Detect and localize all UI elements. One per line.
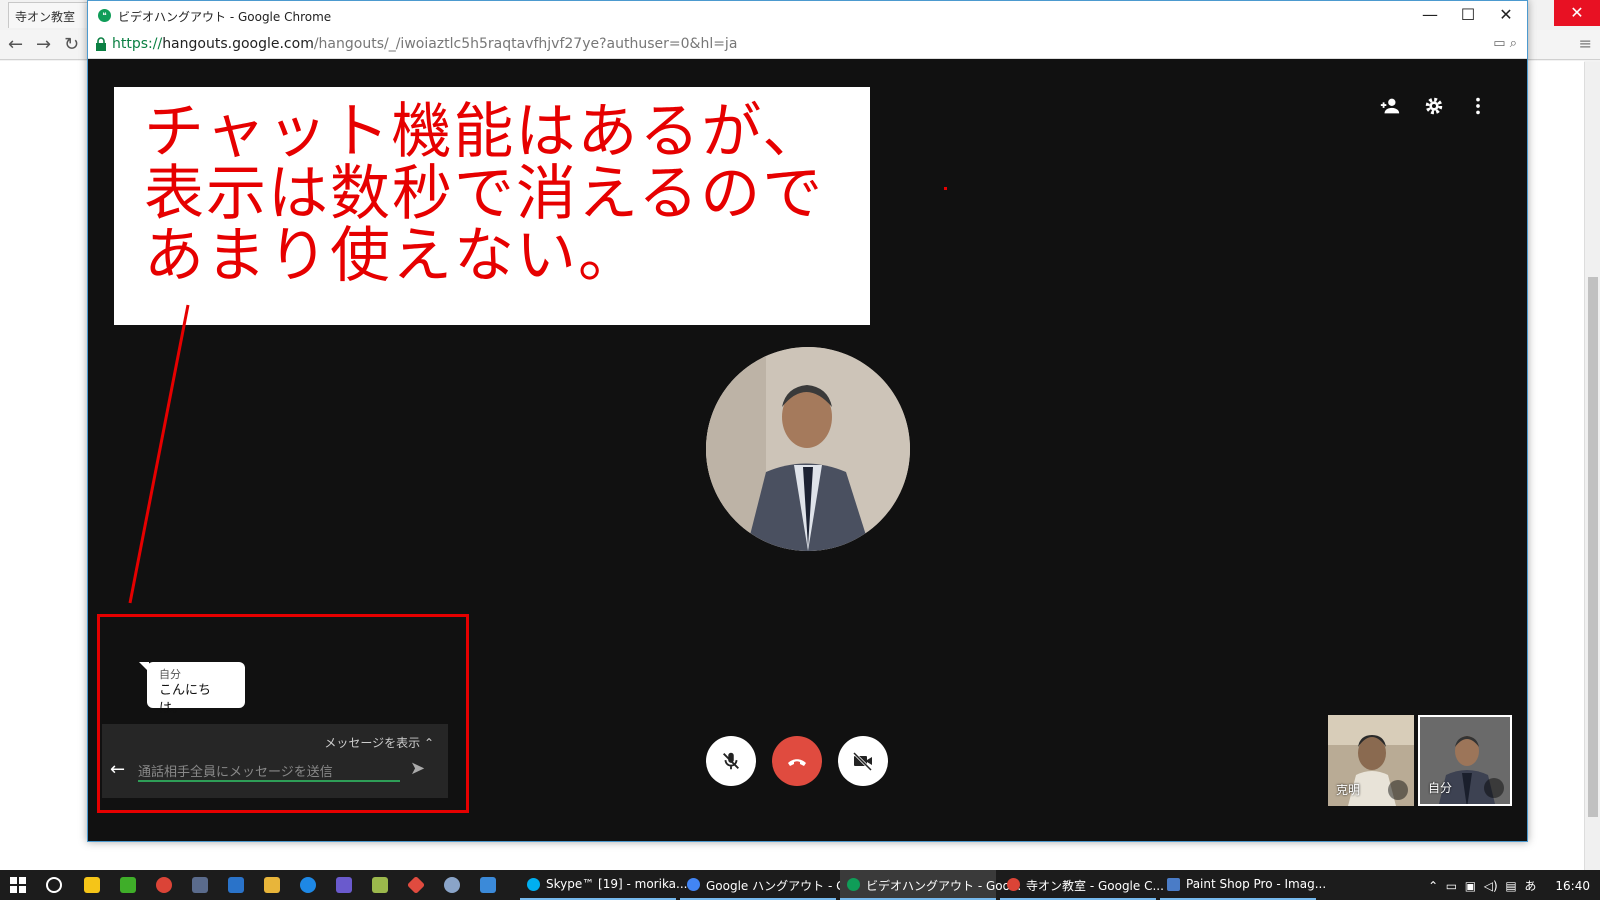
edge-icon[interactable] <box>300 877 316 893</box>
taskbar-app-teraon[interactable]: 寺オン教室 - Google C... <box>1000 870 1164 900</box>
url-path: /hangouts/_/iwoiaztlc5h5raqtavfhjvf27ye?… <box>313 36 738 52</box>
maximize-button[interactable]: ☐ <box>1453 5 1483 24</box>
url-host: hangouts.google.com <box>162 36 314 52</box>
background-close-button[interactable]: ✕ <box>1554 0 1600 26</box>
chat-bubble-message: こんにちは。 <box>159 683 212 716</box>
self-thumb[interactable]: 自分 <box>1418 715 1512 806</box>
url-text[interactable]: https://hangouts.google.com/hangouts/_/i… <box>112 36 737 52</box>
url-scheme: https:// <box>112 36 163 52</box>
chat-highlight-box: 自分 こんにちは。 メッセージを表示 ⌃ ← 通話相手全員にメッセージを送信 ➤ <box>97 614 469 813</box>
file-explorer-icon[interactable] <box>264 877 280 893</box>
mute-mic-button[interactable] <box>706 736 756 786</box>
network-icon[interactable]: ▣ <box>1465 879 1476 893</box>
pinned-app-icon[interactable] <box>84 877 100 893</box>
background-scrollbar[interactable] <box>1584 62 1600 870</box>
self-name: 自分 <box>1428 781 1453 795</box>
add-person-icon[interactable] <box>1379 95 1401 117</box>
notification-icon[interactable]: ▤ <box>1505 879 1516 893</box>
top-toolbar <box>1379 95 1489 117</box>
back-arrow-icon[interactable]: ← <box>110 759 125 780</box>
remote-participant-avatar <box>706 347 910 551</box>
taskbar-app-label: Google ハングアウト - G... <box>706 879 857 893</box>
hangouts-icon <box>847 878 860 891</box>
cortana-icon[interactable] <box>46 877 62 893</box>
annotation-dot <box>944 187 947 190</box>
video-off-icon <box>852 751 873 772</box>
window-titlebar: ❝ ビデオハングアウト - Google Chrome — ☐ ✕ <box>88 1 1527 31</box>
show-messages-toggle[interactable]: メッセージを表示 ⌃ <box>324 734 434 751</box>
taskbar-app-skype[interactable]: Skype™ [19] - morika... <box>520 870 687 900</box>
forward-icon[interactable]: → <box>36 34 51 55</box>
background-tab-title: 寺オン教室 <box>15 10 76 24</box>
camera-off-button[interactable] <box>838 736 888 786</box>
lock-icon <box>96 37 106 51</box>
system-tray: ⌃ ▭ ▣ ◁) ▤ あ 16:40 <box>1428 877 1590 894</box>
self-mic-off-icon <box>1484 778 1504 798</box>
close-button[interactable]: ✕ <box>1491 5 1521 24</box>
chat-message-input[interactable]: 通話相手全員にメッセージを送信 <box>138 760 400 782</box>
ime-indicator[interactable]: あ <box>1524 879 1536 893</box>
volume-icon[interactable]: ◁) <box>1484 879 1498 893</box>
hangup-icon <box>788 759 806 766</box>
pinned-app-icon[interactable] <box>192 877 208 893</box>
taskbar-app-paintshop[interactable]: Paint Shop Pro - Imag... <box>1160 870 1326 900</box>
more-vert-icon[interactable] <box>1467 95 1489 117</box>
back-icon[interactable]: ← <box>8 34 23 55</box>
pinned-app-icon[interactable] <box>228 877 244 893</box>
taskbar-app-label: 寺オン教室 - Google C... <box>1026 879 1164 893</box>
chrome-icon[interactable] <box>156 877 172 893</box>
call-stage: チャット機能はあるが、 表示は数秒で消えるので あまり使えない。 自分 こんにち… <box>88 59 1527 841</box>
minimize-button[interactable]: — <box>1415 5 1445 24</box>
hangouts-window: ❝ ビデオハングアウト - Google Chrome — ☐ ✕ https:… <box>87 0 1528 842</box>
participant-thumb[interactable]: 克明 <box>1328 715 1414 806</box>
pinned-app-icon[interactable] <box>336 877 352 893</box>
chat-bubble-sender: 自分 <box>159 668 181 681</box>
tray-chevron-icon[interactable]: ⌃ <box>1428 879 1438 893</box>
pinned-app-icon[interactable] <box>480 877 496 893</box>
annotation-pointer-line <box>128 304 190 604</box>
pinned-app-icon[interactable] <box>444 877 460 893</box>
pinned-app-icon[interactable] <box>120 877 136 893</box>
window-title: ビデオハングアウト - Google Chrome <box>118 10 332 24</box>
pinned-app-icon[interactable] <box>372 877 388 893</box>
participant-mic-off-icon <box>1388 780 1408 800</box>
taskbar-app-video-hangout[interactable]: ビデオハングアウト - Goo... <box>840 870 1021 900</box>
menu-icon[interactable]: ≡ <box>1579 34 1592 53</box>
pinned-app-icon[interactable] <box>406 875 426 895</box>
show-messages-label: メッセージを表示 <box>324 736 421 750</box>
hang-up-button[interactable] <box>772 736 822 786</box>
address-bar[interactable]: https://hangouts.google.com/hangouts/_/i… <box>88 31 1527 59</box>
chat-bubble: 自分 こんにちは。 <box>139 662 245 716</box>
taskbar-app-label: Skype™ [19] - morika... <box>546 877 688 891</box>
chrome-icon <box>687 878 700 891</box>
gear-icon[interactable] <box>1423 95 1445 117</box>
participant-thumbnails: 克明 自分 <box>1328 715 1512 806</box>
chrome-icon <box>1007 878 1020 891</box>
taskbar-app-label: ビデオハングアウト - Goo... <box>866 879 1022 893</box>
scrollbar-thumb[interactable] <box>1588 277 1598 817</box>
taskbar-app-label: Paint Shop Pro - Imag... <box>1186 877 1327 891</box>
call-controls <box>706 736 888 786</box>
hangouts-app-icon: ❝ <box>98 9 111 22</box>
chevron-up-icon: ⌃ <box>423 736 434 750</box>
zoom-icon[interactable]: ▭ ⌕ <box>1493 36 1517 51</box>
battery-icon[interactable]: ▭ <box>1446 879 1457 893</box>
paintshop-icon <box>1167 878 1180 891</box>
reload-icon[interactable]: ↻ <box>64 34 79 55</box>
taskbar: Skype™ [19] - morika... Google ハングアウト - … <box>0 870 1600 900</box>
person-photo-icon <box>706 347 910 551</box>
clock[interactable]: 16:40 <box>1555 879 1590 893</box>
send-icon[interactable]: ➤ <box>410 758 425 779</box>
participant-name: 克明 <box>1336 783 1361 797</box>
skype-icon <box>527 878 540 891</box>
windows-start-icon[interactable] <box>10 877 26 893</box>
taskbar-app-hangouts[interactable]: Google ハングアウト - G... <box>680 870 857 900</box>
mic-off-icon <box>723 752 739 770</box>
chat-panel: メッセージを表示 ⌃ ← 通話相手全員にメッセージを送信 ➤ <box>102 724 448 798</box>
background-tab[interactable]: 寺オン教室 <box>8 2 88 28</box>
